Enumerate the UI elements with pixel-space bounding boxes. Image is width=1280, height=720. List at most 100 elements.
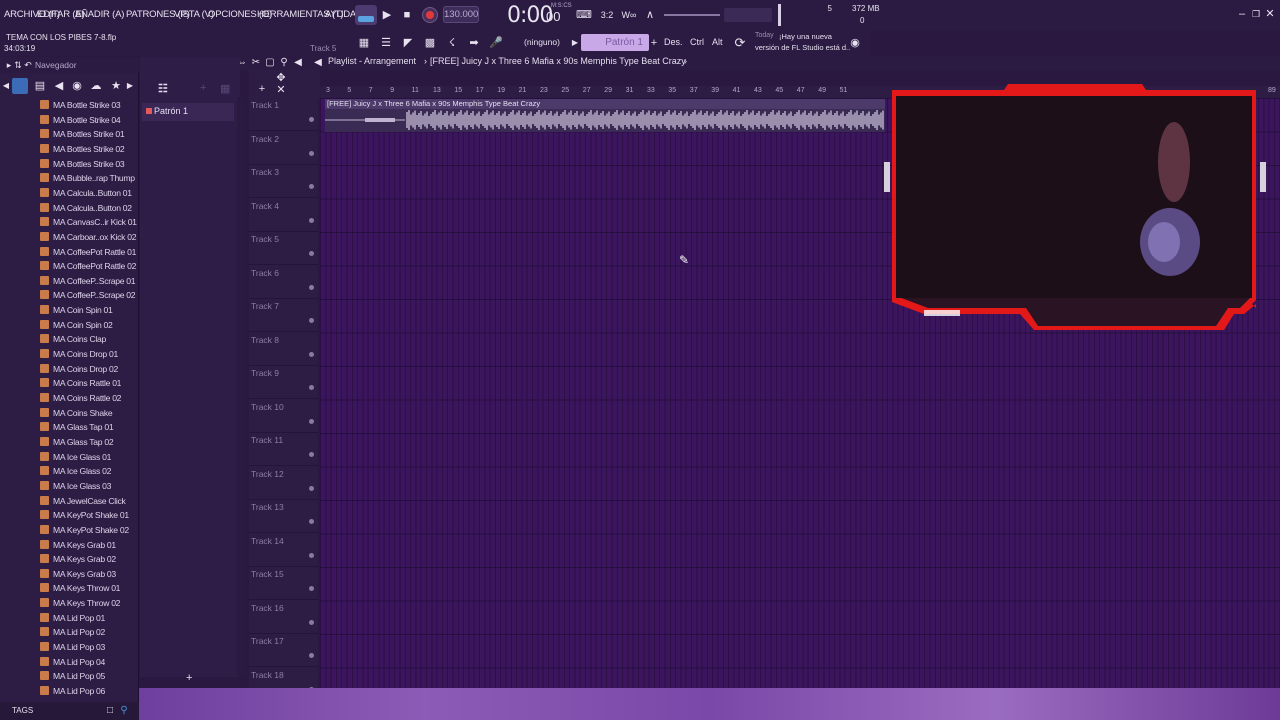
- news-line1[interactable]: ¡Hay una nueva: [779, 32, 832, 41]
- track-mute-led[interactable]: [309, 452, 314, 457]
- browser-item[interactable]: MA CoffeePot Rattle 01: [40, 246, 136, 261]
- cloud-filter-icon[interactable]: ☁: [90, 78, 102, 94]
- star-filter-icon[interactable]: ★: [110, 78, 122, 94]
- track-mute-led[interactable]: [309, 485, 314, 491]
- track-header[interactable]: Track 2: [249, 132, 318, 165]
- snap-select[interactable]: (ninguno): [520, 37, 564, 51]
- browser-item[interactable]: MA Coins Rattle 01: [40, 378, 121, 392]
- track-mute-led[interactable]: [309, 284, 314, 290]
- pattern-prev-icon[interactable]: ▶: [570, 35, 580, 51]
- track-header[interactable]: Track 12: [249, 467, 318, 500]
- scroll-right-icon[interactable]: ▶: [126, 78, 134, 94]
- folder-filter-icon[interactable]: ▤: [34, 78, 46, 94]
- minimize-icon[interactable]: –: [1236, 6, 1248, 22]
- browser-item[interactable]: MA Lid Pop 03: [40, 642, 105, 656]
- mixer-icon[interactable]: ▩: [422, 35, 438, 51]
- browser-item[interactable]: MA KeyPot Shake 01: [40, 510, 129, 524]
- playlist-view-icon[interactable]: ▦: [356, 35, 372, 51]
- browser-item[interactable]: MA Coins Drop 01: [40, 349, 118, 363]
- step-edit-icon[interactable]: W∞: [620, 7, 638, 23]
- browser-item[interactable]: MA Glass Tap 02: [40, 436, 114, 451]
- collapse-icon[interactable]: ✕: [275, 82, 287, 98]
- plugin-filter-icon[interactable]: ◉: [71, 78, 83, 94]
- browser-item[interactable]: MA Carboar..ox Kick 02: [40, 231, 137, 246]
- track-mute-led[interactable]: [309, 251, 314, 256]
- track-mute-led[interactable]: [309, 318, 314, 323]
- des-button[interactable]: Des.: [664, 37, 683, 47]
- tempo-display[interactable]: 130.000: [443, 6, 479, 23]
- scroll-left-icon[interactable]: ◀: [2, 78, 10, 94]
- browser-item[interactable]: MA Calcula..Button 02: [40, 202, 132, 217]
- track-header[interactable]: Track 15: [249, 567, 318, 600]
- slice-tool-icon[interactable]: ✂: [250, 55, 262, 71]
- undo-history-icon[interactable]: ⟳: [731, 35, 749, 51]
- track-header[interactable]: Track 8: [249, 333, 318, 366]
- master-volume-slider[interactable]: [664, 14, 720, 16]
- pattern-selector[interactable]: Patrón 1: [581, 34, 649, 51]
- playback-tool-icon[interactable]: ◀: [292, 55, 304, 71]
- play-icon[interactable]: ▶: [380, 7, 394, 23]
- track-mute-led[interactable]: [309, 586, 314, 591]
- browser-item[interactable]: MA Keys Grab 02: [40, 554, 116, 568]
- track-mute-led[interactable]: [309, 150, 314, 156]
- record-icon[interactable]: [422, 7, 438, 23]
- browser-item[interactable]: MA Keys Throw 01: [40, 583, 120, 597]
- browser-item[interactable]: MA Coin Spin 02: [40, 319, 113, 334]
- browser-item[interactable]: MA Bottle Strike 03: [40, 100, 121, 114]
- track-header[interactable]: Track 3: [249, 165, 318, 198]
- alt-button[interactable]: Alt: [712, 37, 723, 47]
- browser-item[interactable]: MA Calcula..Button 01: [40, 187, 132, 202]
- browser-item[interactable]: MA Bottle Strike 04: [40, 114, 121, 129]
- track-header[interactable]: Track 14: [249, 534, 318, 567]
- browser-item[interactable]: MA Keys Throw 02: [40, 598, 120, 612]
- back-icon[interactable]: ↶: [23, 57, 33, 73]
- browser-item[interactable]: MA Bottles Strike 01: [40, 129, 125, 143]
- browser-item[interactable]: MA Lid Pop 04: [40, 656, 105, 671]
- track-mute-led[interactable]: [309, 117, 314, 122]
- track-header[interactable]: Track 10: [249, 400, 318, 433]
- track-header[interactable]: Track 4: [249, 199, 318, 232]
- add-pattern-icon[interactable]: +: [200, 82, 206, 94]
- track-mute-led[interactable]: [309, 619, 314, 625]
- track-mute-led[interactable]: [309, 184, 314, 189]
- pin-icon[interactable]: ⇅: [13, 57, 23, 73]
- browser-item[interactable]: MA CoffeeP..Scrape 02: [40, 290, 136, 304]
- browser-item[interactable]: MA Keys Grab 01: [40, 539, 116, 554]
- track-header[interactable]: Track 9: [249, 366, 318, 399]
- browser-item[interactable]: MA Coin Spin 01: [40, 305, 113, 319]
- menu-anadir[interactable]: AÑADIR (A): [75, 9, 124, 20]
- select-tool-icon[interactable]: ▢: [264, 55, 276, 71]
- browser-item[interactable]: MA Coins Shake: [40, 407, 113, 422]
- browser-item[interactable]: MA Ice Glass 01: [40, 451, 111, 466]
- typing-keyboard-icon[interactable]: ⌨: [576, 7, 592, 23]
- track-header[interactable]: Track 11: [249, 433, 318, 466]
- channel-rack-icon[interactable]: ☰: [378, 35, 394, 51]
- browser-item[interactable]: MA Ice Glass 02: [40, 466, 111, 480]
- audio-clip[interactable]: [FREE] Juicy J x Three 6 Mafia x 90s Mem…: [325, 99, 885, 132]
- browser-item[interactable]: MA Glass Tap 01: [40, 422, 114, 436]
- track-header[interactable]: Track 6: [249, 266, 318, 299]
- browser-item[interactable]: MA Bottles Strike 02: [40, 143, 125, 158]
- all-filter-icon[interactable]: [12, 78, 28, 94]
- track-mute-led[interactable]: [309, 351, 314, 357]
- folder-icon[interactable]: □: [104, 703, 116, 719]
- browser-item[interactable]: MA Lid Pop 06: [40, 686, 105, 700]
- track-mute-led[interactable]: [309, 418, 314, 424]
- track-mute-led[interactable]: [309, 519, 314, 524]
- countdown-icon[interactable]: 3:2: [598, 7, 616, 23]
- online-globe-icon[interactable]: ◉: [848, 35, 862, 51]
- pattern-item[interactable]: Patrón 1: [142, 103, 234, 121]
- track-header[interactable]: Track 16: [249, 601, 318, 634]
- track-mute-led[interactable]: [309, 217, 314, 223]
- browser-item[interactable]: MA Coins Drop 02: [40, 363, 118, 378]
- search-icon[interactable]: ⚲: [118, 703, 130, 719]
- add-track-icon[interactable]: +: [256, 81, 268, 97]
- close-icon[interactable]: ✕: [1264, 6, 1276, 22]
- browser-item[interactable]: MA Coins Clap: [40, 334, 106, 348]
- browser-item[interactable]: MA Keys Grab 03: [40, 568, 116, 583]
- track-mute-led[interactable]: [309, 552, 314, 558]
- browser-item[interactable]: MA Lid Pop 01: [40, 612, 105, 627]
- track-header[interactable]: Track 5: [249, 232, 318, 265]
- browser-item[interactable]: MA Bottles Strike 03: [40, 158, 125, 173]
- browser-item[interactable]: MA Lid Pop 05: [40, 671, 105, 685]
